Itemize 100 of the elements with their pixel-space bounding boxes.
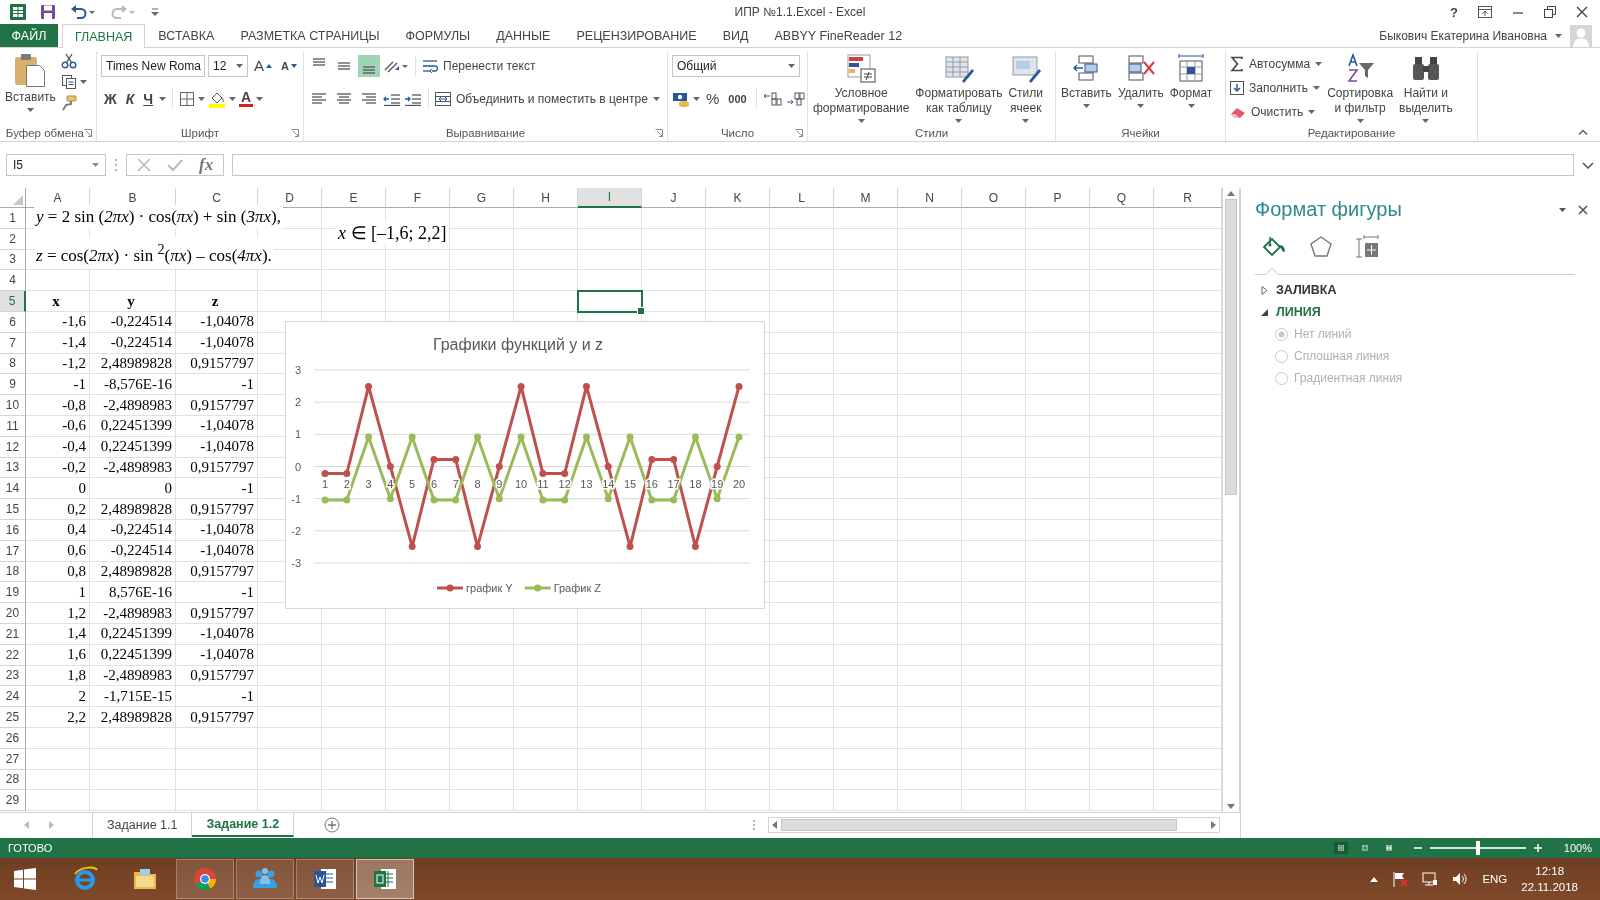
delete-cells-button[interactable]: Удалить	[1116, 51, 1165, 110]
increase-decimal-icon[interactable]	[762, 91, 783, 106]
clock-date[interactable]: 22.11.2018	[1521, 879, 1578, 895]
row-header[interactable]: 17	[0, 540, 26, 562]
row-header[interactable]: 16	[0, 519, 26, 541]
font-color-button[interactable]: A	[239, 87, 264, 110]
grow-font-button[interactable]: A	[251, 54, 275, 77]
underline-button[interactable]: Ч	[140, 87, 157, 110]
column-header[interactable]: L	[770, 188, 834, 208]
add-sheet-icon[interactable]	[324, 817, 341, 833]
restore-icon[interactable]	[1544, 6, 1556, 18]
language-indicator[interactable]: ENG	[1482, 873, 1508, 885]
left-arrow-icon[interactable]	[772, 821, 777, 829]
dialog-launcher-icon[interactable]	[655, 128, 663, 137]
zoom-in-icon[interactable]	[1533, 844, 1542, 852]
column-header[interactable]: G	[450, 188, 514, 208]
row-header[interactable]: 27	[0, 748, 26, 770]
row-header[interactable]: 12	[0, 436, 26, 458]
row-header[interactable]: 26	[0, 727, 26, 749]
column-header[interactable]: F	[386, 188, 450, 208]
align-bottom-icon[interactable]	[358, 54, 380, 77]
accounting-format-icon[interactable]	[672, 90, 690, 107]
taskbar-button[interactable]	[296, 859, 354, 899]
clear-button[interactable]: Очистить	[1230, 101, 1323, 123]
row-header[interactable]: 7	[0, 332, 26, 354]
formula-field[interactable]	[232, 154, 1574, 176]
percent-button[interactable]: %	[703, 87, 723, 110]
row-header[interactable]: 15	[0, 499, 26, 520]
caret-icon[interactable]	[236, 63, 243, 68]
row-header[interactable]: 29	[0, 790, 26, 812]
section-header[interactable]: ЗАЛИВКА	[1255, 283, 1588, 297]
caret-icon[interactable]	[79, 80, 87, 84]
row-header[interactable]: 8	[0, 353, 26, 375]
column-header[interactable]: O	[962, 188, 1026, 208]
cell-styles-button[interactable]: Стили ячеек	[1007, 51, 1044, 125]
thousands-button[interactable]: 000	[725, 87, 750, 110]
row-header[interactable]: 2	[0, 228, 26, 250]
italic-button[interactable]: К	[122, 87, 138, 110]
row-header[interactable]: 23	[0, 665, 26, 687]
flag-icon[interactable]	[1392, 871, 1409, 887]
row-header[interactable]: 22	[0, 644, 26, 666]
copy-icon[interactable]	[60, 74, 77, 90]
slider-thumb[interactable]	[1475, 841, 1480, 855]
format-as-table-button[interactable]: Форматировать как таблицу	[914, 51, 1004, 125]
scissors-icon[interactable]	[60, 53, 77, 69]
caret-icon[interactable]	[92, 163, 99, 167]
caret-icon[interactable]	[256, 96, 264, 101]
column-header[interactable]: H	[514, 188, 578, 208]
caret-up-icon[interactable]	[1370, 876, 1379, 882]
sheet-tab[interactable]: Задание 1.1	[92, 813, 193, 837]
column-header[interactable]: N	[898, 188, 962, 208]
dialog-launcher-icon[interactable]	[795, 128, 803, 137]
help-button[interactable]: ?	[1450, 4, 1458, 20]
dots-icon[interactable]	[752, 819, 756, 831]
row-header[interactable]: 1	[0, 208, 26, 229]
taskbar-button[interactable]	[356, 859, 414, 899]
paint-bucket-icon[interactable]	[1261, 235, 1287, 259]
customize-icon[interactable]	[150, 5, 160, 19]
pentagon-icon[interactable]	[1309, 235, 1333, 259]
fill-button[interactable]: Заполнить	[1230, 77, 1323, 99]
row-header[interactable]: 3	[0, 249, 26, 271]
caret-icon[interactable]	[198, 96, 206, 101]
zoom-out-icon[interactable]	[1413, 844, 1422, 852]
row-header[interactable]: 18	[0, 561, 26, 583]
caret-icon[interactable]	[1137, 104, 1145, 108]
shrink-font-button[interactable]: A	[278, 54, 300, 77]
column-header[interactable]: Q	[1090, 188, 1154, 208]
row-header[interactable]: 11	[0, 415, 26, 437]
find-select-button[interactable]: Найти и выделить	[1398, 51, 1454, 125]
sort-filter-button[interactable]: Сортировка и фильтр	[1326, 51, 1395, 125]
paste-button[interactable]: Вставить	[4, 51, 57, 114]
expand-icon[interactable]	[1582, 161, 1594, 169]
number-format-field[interactable]: Общий	[672, 54, 800, 77]
caret-icon[interactable]	[1308, 110, 1316, 114]
column-header[interactable]: P	[1026, 188, 1090, 208]
bold-button[interactable]: Ж	[101, 87, 120, 110]
caret-icon[interactable]	[652, 96, 660, 101]
horizontal-scrollbar[interactable]	[768, 817, 1220, 833]
decrease-decimal-icon[interactable]	[785, 91, 806, 106]
column-header[interactable]: E	[322, 188, 386, 208]
normal-view-icon[interactable]	[1333, 842, 1348, 854]
caret-icon[interactable]	[693, 96, 700, 101]
column-header[interactable]: K	[706, 188, 770, 208]
borders-icon[interactable]	[179, 90, 196, 107]
decrease-indent-icon[interactable]	[383, 91, 401, 106]
merge-button[interactable]: Объединить и поместить в центре	[435, 87, 660, 110]
start-icon[interactable]	[14, 868, 36, 890]
up-arrow-icon[interactable]	[1227, 191, 1235, 196]
user-name[interactable]: Быкович Екатерина Ивановна	[1379, 28, 1547, 43]
column-header[interactable]: A	[26, 188, 90, 208]
network-icon[interactable]	[1422, 871, 1439, 887]
section-header[interactable]: ЛИНИЯ	[1255, 305, 1588, 319]
vertical-scrollbar[interactable]	[1222, 188, 1240, 812]
font-size-field[interactable]: 12	[208, 54, 248, 77]
row-header[interactable]: 6	[0, 312, 26, 333]
caret-icon[interactable]	[1022, 119, 1030, 123]
close-icon[interactable]	[1578, 204, 1588, 215]
row-header[interactable]: 19	[0, 582, 26, 604]
size-properties-icon[interactable]	[1355, 235, 1379, 259]
row-header[interactable]: 9	[0, 374, 26, 396]
